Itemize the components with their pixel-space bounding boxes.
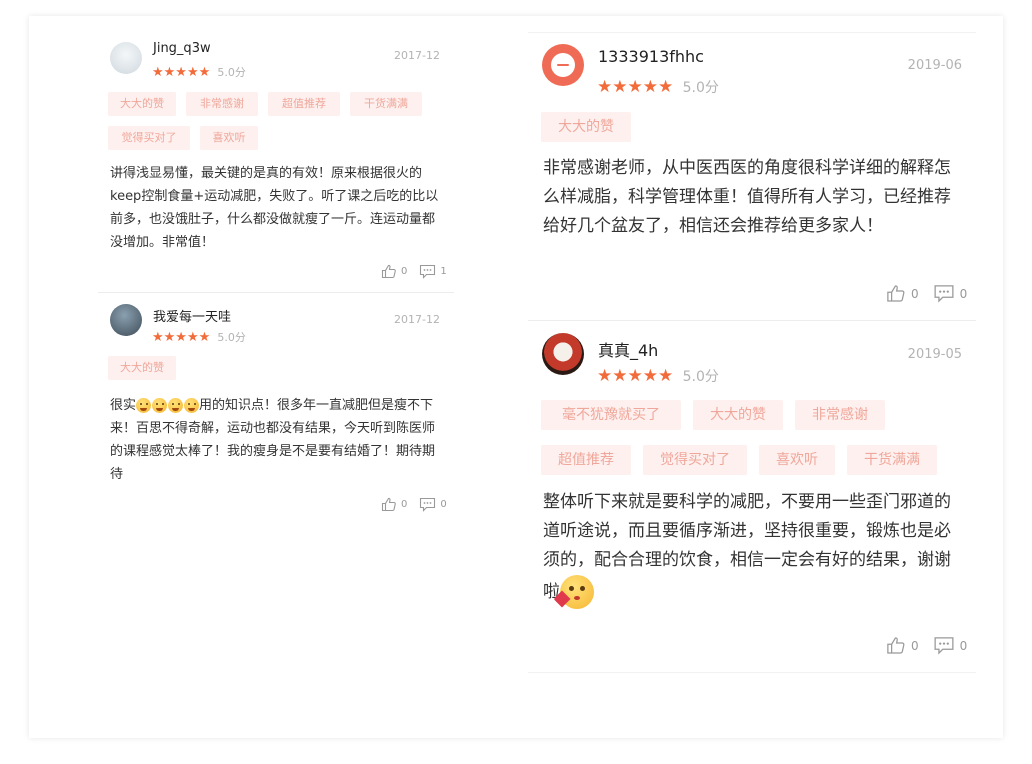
score-label: 5.0分	[682, 80, 719, 96]
tag-chip[interactable]: 毫不犹豫就买了	[541, 400, 681, 430]
username[interactable]: Jing_q3w	[153, 41, 211, 56]
tag-list: 大大的赞	[108, 356, 448, 380]
tag-chip[interactable]: 干货满满	[847, 445, 937, 475]
tag-chip[interactable]: 大大的赞	[108, 92, 176, 116]
stars-icon: ★★★★★	[597, 77, 674, 97]
username[interactable]: 我爱每一天哇	[153, 306, 231, 325]
review-actions: 0 0	[381, 497, 447, 512]
review-actions: 0 0	[886, 284, 967, 303]
avatar[interactable]	[110, 42, 142, 74]
score-label: 5.0分	[217, 331, 246, 344]
comment-icon	[420, 264, 436, 279]
tag-chip[interactable]: 觉得买对了	[108, 126, 190, 150]
tag-chip[interactable]: 大大的赞	[541, 112, 631, 142]
divider	[98, 292, 454, 293]
like-button[interactable]: 0	[381, 497, 407, 512]
tag-chip[interactable]: 大大的赞	[693, 400, 783, 430]
star-rating: ★★★★★ 5.0分	[597, 366, 719, 386]
tag-chip[interactable]: 超值推荐	[268, 92, 340, 116]
score-label: 5.0分	[217, 66, 246, 79]
star-rating: ★★★★★ 5.0分	[597, 77, 719, 97]
star-rating: ★★★★★ 5.0分	[152, 64, 246, 80]
avatar-eye-icon	[557, 64, 569, 66]
review-text: 很实 用的知识点！很多年一直减肥但是瘦不下来！百思不得奇解，运动也都没有结果，今天…	[110, 394, 440, 486]
review-date: 2019-05	[907, 347, 962, 362]
divider	[528, 320, 976, 321]
review-text-start: 很实	[110, 398, 137, 413]
tag-chip[interactable]: 大大的赞	[108, 356, 176, 380]
review-date: 2017-12	[394, 313, 440, 326]
review-text-content: 整体听下来就是要科学的减肥，不要用一些歪门邪道的道听途说，而且要循序渐进，坚持很…	[543, 492, 951, 602]
star-rating: ★★★★★ 5.0分	[152, 329, 246, 345]
stars-icon: ★★★★★	[597, 366, 674, 386]
comment-count: 0	[440, 499, 447, 510]
stars-icon: ★★★★★	[152, 65, 211, 80]
tag-chip[interactable]: 非常感谢	[186, 92, 258, 116]
comment-button[interactable]: 1	[419, 264, 447, 279]
stars-icon: ★★★★★	[152, 330, 211, 345]
comment-button[interactable]: 0	[933, 284, 968, 303]
grin-emoji-icon	[184, 398, 200, 413]
avatar[interactable]	[542, 44, 584, 86]
tag-chip[interactable]: 干货满满	[350, 92, 422, 116]
blowing-kiss-emoji-icon	[553, 575, 594, 609]
review-text: 讲得浅显易懂，最关键的是真的有效！原来根据很火的keep控制食量+运动减肥，失败…	[110, 166, 439, 250]
review-actions: 0 0	[886, 636, 967, 655]
thumbs-up-icon	[381, 264, 396, 279]
tag-chip[interactable]: 超值推荐	[541, 445, 631, 475]
grin-emoji-icon	[152, 398, 168, 413]
comment-icon	[420, 497, 436, 512]
score-label: 5.0分	[682, 369, 719, 385]
comment-icon	[934, 637, 954, 655]
like-button[interactable]: 0	[381, 264, 407, 279]
like-button[interactable]: 0	[886, 636, 919, 655]
tag-chip[interactable]: 非常感谢	[795, 400, 885, 430]
tag-list: 大大的赞 非常感谢 超值推荐 干货满满 觉得买对了 喜欢听	[108, 92, 453, 150]
tag-list: 大大的赞	[541, 112, 961, 142]
tag-chip[interactable]: 觉得买对了	[643, 445, 747, 475]
comment-button[interactable]: 0	[419, 497, 447, 512]
thumbs-up-icon	[887, 285, 905, 302]
username[interactable]: 1333913fhhc	[598, 47, 704, 66]
comment-count: 1	[440, 266, 447, 277]
comment-button[interactable]: 0	[933, 636, 968, 655]
tag-chip[interactable]: 喜欢听	[200, 126, 258, 150]
grin-emoji-icon	[136, 398, 152, 413]
divider	[528, 32, 976, 33]
like-count: 0	[401, 266, 408, 277]
review-date: 2019-06	[907, 58, 962, 73]
like-count: 0	[401, 499, 408, 510]
avatar[interactable]	[542, 333, 584, 375]
like-button[interactable]: 0	[886, 284, 919, 303]
thumbs-up-icon	[887, 637, 905, 654]
thumbs-up-icon	[381, 497, 396, 512]
like-count: 0	[911, 286, 919, 301]
comment-count: 0	[959, 638, 968, 653]
tag-chip[interactable]: 喜欢听	[759, 445, 835, 475]
review-date: 2017-12	[394, 49, 440, 62]
comment-icon	[934, 285, 954, 303]
divider	[528, 672, 976, 673]
review-text: 整体听下来就是要科学的减肥，不要用一些歪门邪道的道听途说，而且要循序渐进，坚持很…	[543, 488, 955, 609]
comment-count: 0	[959, 286, 968, 301]
grin-emoji-icon	[168, 398, 184, 413]
avatar[interactable]	[110, 304, 142, 336]
like-count: 0	[911, 638, 919, 653]
username[interactable]: 真真_4h	[598, 337, 658, 361]
review-text: 非常感谢老师，从中医西医的角度很科学详细的解释怎么样减脂，科学管理体重！值得所有…	[543, 158, 951, 236]
tag-list: 毫不犹豫就买了 大大的赞 非常感谢 超值推荐 觉得买对了 喜欢听 干货满满	[541, 400, 961, 475]
review-actions: 0 1	[381, 264, 447, 279]
